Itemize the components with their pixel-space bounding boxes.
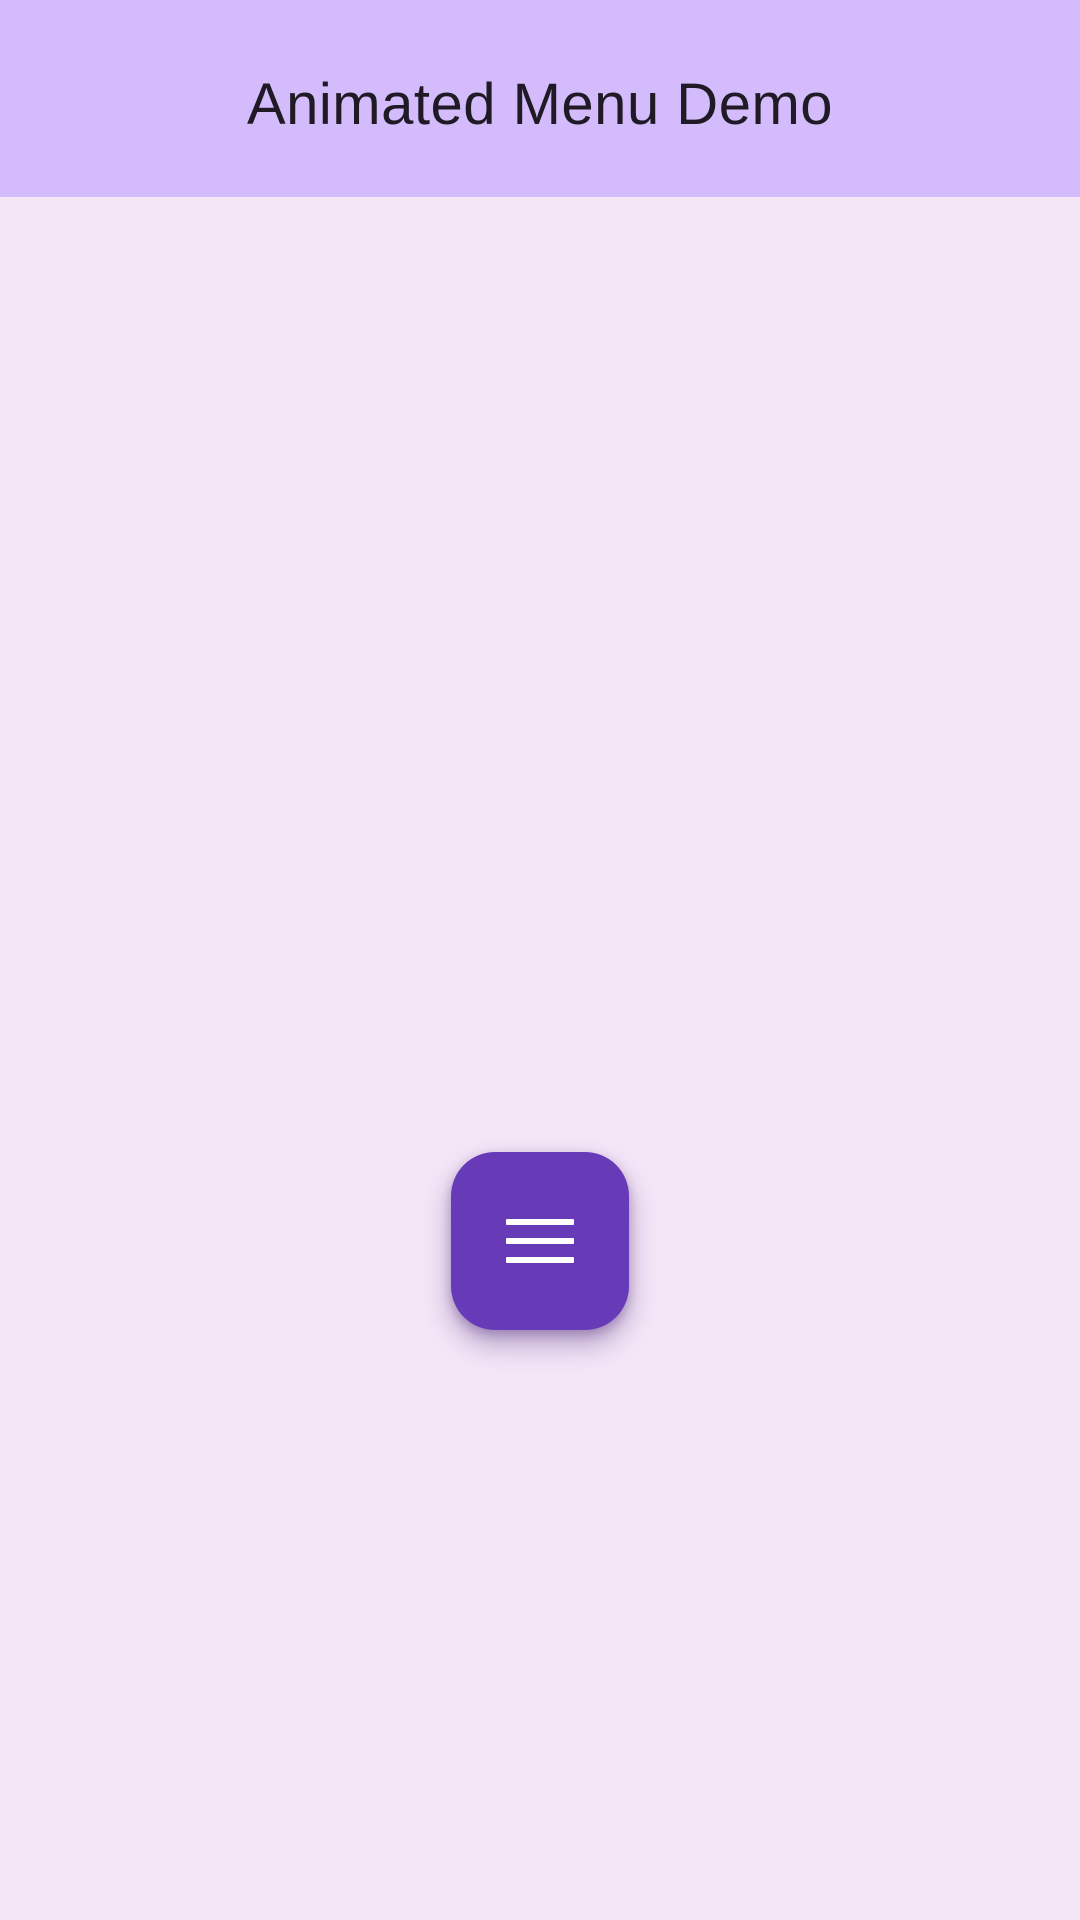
- menu-icon: [506, 1219, 574, 1263]
- menu-fab-button[interactable]: [451, 1152, 629, 1330]
- top-app-bar: Animated Menu Demo: [0, 0, 1080, 197]
- app-title: Animated Menu Demo: [246, 72, 834, 137]
- screen: Animated Menu Demo: [0, 0, 1080, 1920]
